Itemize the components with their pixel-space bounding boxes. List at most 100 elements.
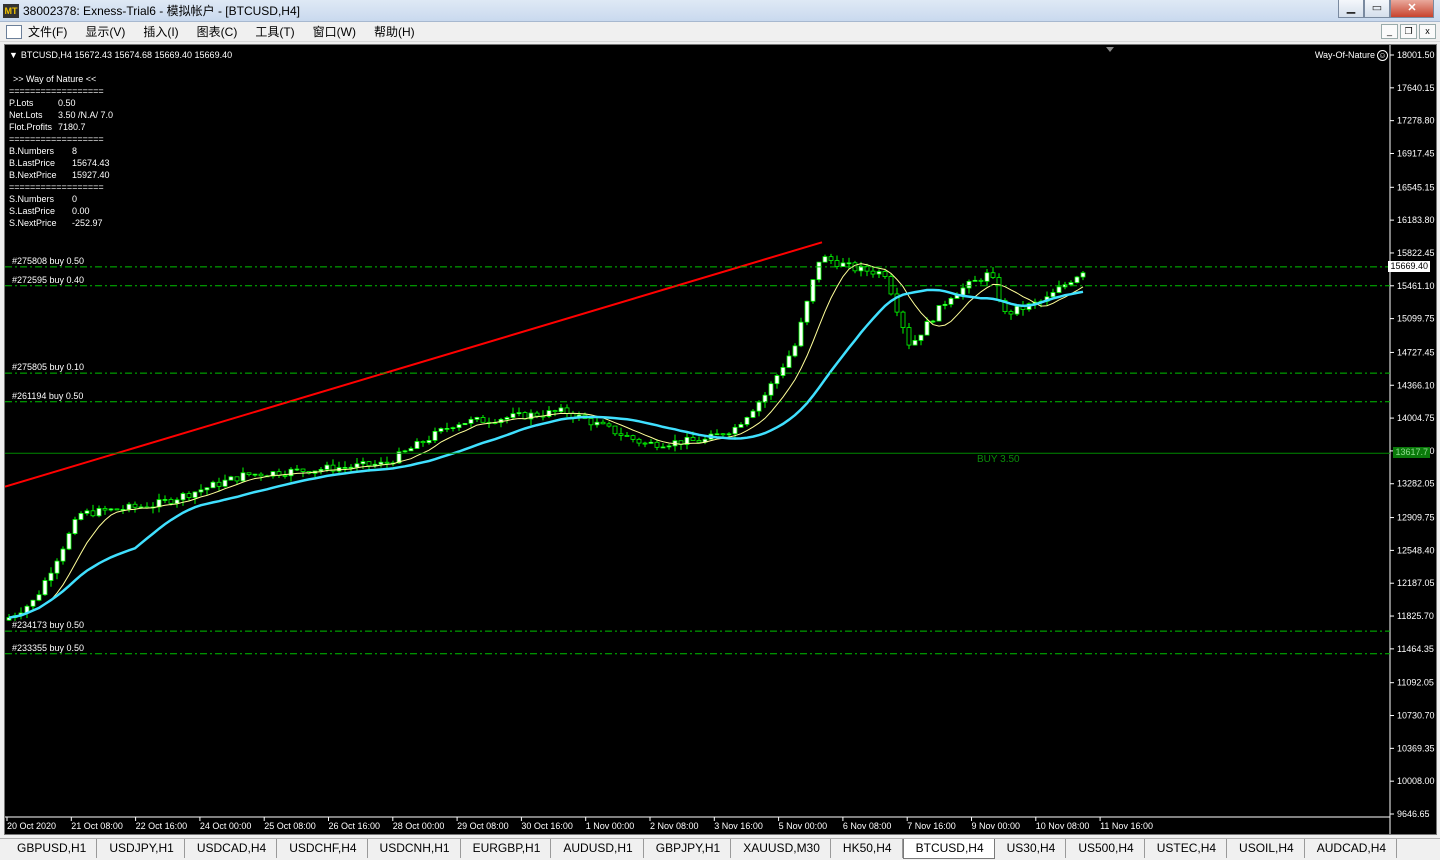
menu-insert[interactable]: 插入(I) bbox=[143, 23, 178, 40]
dropdown-triangle-icon[interactable]: ▼ bbox=[9, 50, 18, 60]
order-label[interactable]: #234173 buy 0.50 bbox=[12, 620, 84, 630]
menu-window[interactable]: 窗口(W) bbox=[313, 23, 356, 40]
panel-value: -252.97 bbox=[72, 218, 103, 228]
candle-body bbox=[534, 412, 540, 417]
candle-body bbox=[102, 508, 108, 511]
candle-body bbox=[558, 407, 564, 413]
close-button[interactable]: ✕ bbox=[1390, 0, 1434, 18]
candle-body bbox=[426, 440, 432, 444]
candle-body bbox=[480, 417, 486, 423]
chart-tab[interactable]: EURGBP,H1 bbox=[461, 839, 552, 858]
candle-body bbox=[108, 508, 114, 511]
candle-body bbox=[756, 401, 762, 412]
smiley-icon: ☺ bbox=[1377, 50, 1388, 61]
candle-body bbox=[612, 425, 618, 435]
expert-advisor-label[interactable]: Way-Of-Nature ☺ bbox=[1315, 50, 1388, 61]
chart-tab[interactable]: AUDUSD,H1 bbox=[551, 839, 644, 858]
candle-body bbox=[1056, 286, 1062, 293]
order-label[interactable]: #275805 buy 0.10 bbox=[12, 362, 84, 372]
candle-body bbox=[72, 519, 78, 534]
candle-body bbox=[930, 320, 936, 323]
candle-body bbox=[810, 279, 816, 302]
chart-tab[interactable]: USDCNH,H1 bbox=[368, 839, 461, 858]
candle-body bbox=[510, 413, 516, 418]
chart-tab[interactable]: GBPUSD,H1 bbox=[5, 839, 98, 858]
x-tick-label: 26 Oct 16:00 bbox=[329, 821, 381, 831]
chart-tab[interactable]: BTCUSD,H4 bbox=[902, 839, 995, 859]
candle-body bbox=[516, 412, 522, 415]
maximize-button[interactable]: ▭ bbox=[1364, 0, 1390, 18]
chart-window[interactable]: 18001.50 17640.15 17278.80 16917.45 16545.15… bbox=[4, 44, 1437, 835]
menu-help[interactable]: 帮助(H) bbox=[374, 23, 415, 40]
chart-tab[interactable]: AUDCAD,H4 bbox=[1305, 839, 1398, 858]
price-chart[interactable]: 18001.50 17640.15 17278.80 16917.45 16545.15… bbox=[5, 45, 1437, 835]
candle-body bbox=[924, 321, 930, 336]
candle-body bbox=[762, 394, 768, 403]
candle-body bbox=[588, 418, 594, 426]
panel-key: Net.Lots bbox=[9, 110, 43, 120]
candle-body bbox=[1074, 276, 1080, 283]
candle-body bbox=[222, 479, 228, 487]
panel-value: 8 bbox=[72, 146, 78, 156]
chart-tab[interactable]: USDCHF,H4 bbox=[277, 839, 368, 858]
ea-info-panel: >> Way of Nature << ================== P… bbox=[9, 73, 113, 229]
mdi-restore-button[interactable]: ❐ bbox=[1400, 24, 1417, 39]
trend-line[interactable] bbox=[5, 241, 823, 488]
candle-body bbox=[804, 300, 810, 323]
candle-body bbox=[198, 489, 204, 493]
chart-tab[interactable]: US30,H4 bbox=[995, 839, 1067, 858]
mdi-minimize-button[interactable]: _ bbox=[1381, 24, 1398, 39]
candle-body bbox=[210, 481, 216, 489]
order-label[interactable]: #275808 buy 0.50 bbox=[12, 256, 84, 266]
candle-body bbox=[252, 473, 258, 476]
candle-body bbox=[348, 466, 354, 469]
candle-body bbox=[84, 510, 90, 514]
y-tick-label: 12548.40 bbox=[1397, 545, 1435, 555]
average-price-tag: 13617.7 bbox=[1393, 447, 1430, 459]
candle-body bbox=[648, 441, 654, 444]
candle-body bbox=[696, 440, 702, 443]
chart-tab[interactable]: GBPJPY,H1 bbox=[644, 839, 732, 858]
candle-body bbox=[294, 468, 300, 471]
current-price-tag: 15669.40 bbox=[1388, 260, 1430, 272]
order-label[interactable]: #272595 buy 0.40 bbox=[12, 275, 84, 285]
candle-body bbox=[168, 499, 174, 504]
y-tick-label: 10730.70 bbox=[1397, 711, 1435, 721]
candle-body bbox=[744, 417, 750, 425]
panel-key: B.LastPrice bbox=[9, 158, 56, 168]
chart-tab[interactable]: XAUUSD,M30 bbox=[731, 839, 831, 858]
x-tick-label: 5 Nov 00:00 bbox=[779, 821, 828, 831]
chart-shift-icon[interactable] bbox=[1106, 47, 1114, 52]
candle-body bbox=[666, 445, 672, 448]
menu-view[interactable]: 显示(V) bbox=[85, 23, 125, 40]
chart-tab[interactable]: HK50,H4 bbox=[831, 839, 903, 858]
x-tick-label: 29 Oct 08:00 bbox=[457, 821, 509, 831]
chart-tab[interactable]: USDCAD,H4 bbox=[185, 839, 278, 858]
document-icon[interactable] bbox=[6, 24, 22, 39]
candle-body bbox=[36, 594, 42, 601]
chart-tab[interactable]: USTEC,H4 bbox=[1145, 839, 1228, 858]
candle-body bbox=[216, 481, 222, 487]
candle-body bbox=[906, 327, 912, 346]
menu-file[interactable]: 文件(F) bbox=[28, 23, 67, 40]
candle-body bbox=[258, 473, 264, 477]
minimize-button[interactable]: ▁ bbox=[1338, 0, 1364, 18]
order-label[interactable]: #233355 buy 0.50 bbox=[12, 643, 84, 653]
x-tick-label: 1 Nov 00:00 bbox=[586, 821, 635, 831]
candle-body bbox=[228, 476, 234, 481]
chart-tab[interactable]: USOIL,H4 bbox=[1227, 839, 1305, 858]
panel-value: 7180.7 bbox=[58, 122, 86, 132]
order-label[interactable]: #261194 buy 0.50 bbox=[12, 391, 83, 401]
candle-body bbox=[846, 262, 852, 265]
chart-tab[interactable]: US500,H4 bbox=[1066, 839, 1145, 858]
mt-logo-icon: MT bbox=[3, 3, 19, 18]
menu-charts[interactable]: 图表(C) bbox=[197, 23, 238, 40]
menu-tools[interactable]: 工具(T) bbox=[255, 23, 294, 40]
chart-tab[interactable]: USDJPY,H1 bbox=[97, 839, 185, 858]
candle-body bbox=[468, 418, 474, 424]
candle-body bbox=[786, 355, 792, 368]
x-tick-label: 20 Oct 2020 bbox=[7, 821, 56, 831]
x-tick-label: 6 Nov 08:00 bbox=[843, 821, 892, 831]
panel-value: 3.50 /N.A/ 7.0 bbox=[58, 110, 114, 120]
mdi-close-button[interactable]: x bbox=[1419, 24, 1436, 39]
